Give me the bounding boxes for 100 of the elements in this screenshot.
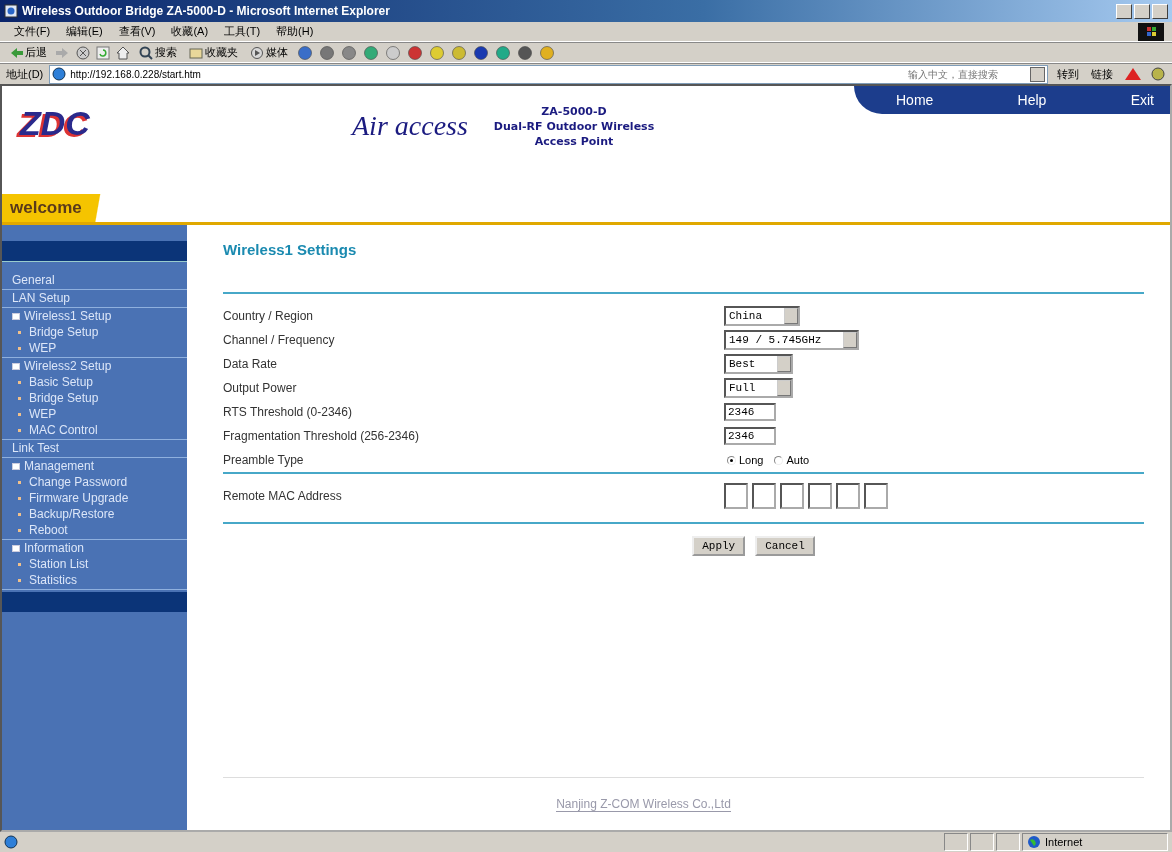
text-field[interactable]: 2346 bbox=[724, 427, 776, 445]
status-panel bbox=[996, 833, 1020, 851]
refresh-icon bbox=[96, 45, 110, 60]
sidebar-item[interactable]: Station List bbox=[12, 556, 187, 572]
links-button[interactable]: 链接 bbox=[1088, 66, 1116, 82]
bullet-icon bbox=[18, 428, 21, 432]
bullet-icon bbox=[18, 380, 21, 384]
go-button[interactable]: 转到 bbox=[1054, 66, 1082, 82]
sidebar-item[interactable]: Statistics bbox=[12, 572, 187, 588]
product-description: Access Point bbox=[533, 134, 615, 149]
form-button[interactable]: Apply bbox=[692, 536, 746, 556]
sidebar-item[interactable]: Backup/Restore bbox=[12, 506, 187, 522]
menu-item[interactable]: 查看(V) bbox=[112, 22, 162, 41]
radio-label: Auto bbox=[786, 454, 810, 466]
back-button[interactable]: 后退 bbox=[6, 44, 50, 61]
mac-octet-field[interactable] bbox=[724, 483, 748, 509]
form-button[interactable]: Cancel bbox=[755, 536, 815, 556]
field-label: Preamble Type bbox=[223, 453, 305, 467]
media-button[interactable]: 媒体 bbox=[247, 44, 291, 61]
collapse-icon bbox=[12, 312, 20, 320]
address-label: 地址(D) bbox=[6, 66, 44, 82]
address-field[interactable]: http://192.168.0.228/start.htm 输入中文，直接搜索 bbox=[49, 64, 1048, 84]
bullet-icon bbox=[18, 496, 21, 500]
collapse-icon bbox=[12, 462, 20, 470]
bullet-icon bbox=[18, 562, 21, 566]
favorites-button[interactable]: 收藏夹 bbox=[186, 44, 241, 61]
sidebar-item[interactable]: Information bbox=[12, 540, 187, 556]
company-logo: ZDC bbox=[20, 104, 90, 143]
stop-icon bbox=[76, 45, 90, 60]
bullet-icon bbox=[18, 330, 21, 334]
field-label: Remote MAC Address bbox=[223, 489, 343, 503]
folder-icon bbox=[189, 45, 203, 60]
sidebar-item[interactable]: WEP bbox=[12, 406, 187, 422]
window-title: Wireless Outdoor Bridge ZA-5000-D - Microsoft Internet Explorer bbox=[22, 4, 391, 18]
globe-icon bbox=[1027, 835, 1041, 849]
field-label: Output Power bbox=[223, 381, 298, 395]
footer-text: Nanjing Z-COM Wireless Co.,Ltd bbox=[556, 796, 731, 812]
sidebar-item[interactable]: Link Test bbox=[12, 440, 187, 456]
menu-item[interactable]: 文件(F) bbox=[8, 22, 57, 41]
menu-item[interactable]: 帮助(H) bbox=[270, 22, 320, 41]
back-arrow-icon bbox=[9, 45, 23, 60]
disc-icon bbox=[250, 45, 264, 60]
sidebar-item[interactable]: WEP bbox=[12, 340, 187, 356]
page-title: Wireless1 Settings bbox=[223, 241, 358, 258]
radio-button[interactable] bbox=[727, 455, 736, 465]
bullet-icon bbox=[18, 412, 21, 416]
home-icon bbox=[116, 45, 130, 60]
radio-label: Long bbox=[739, 454, 764, 466]
radio-button[interactable] bbox=[774, 455, 784, 465]
menu-item[interactable]: 编辑(E) bbox=[60, 22, 109, 41]
field-label: Channel / Frequency bbox=[223, 333, 336, 347]
sidebar-item[interactable]: Basic Setup bbox=[12, 374, 187, 390]
sidebar-item[interactable]: Wireless2 Setup bbox=[12, 358, 187, 374]
text-field[interactable]: 2346 bbox=[724, 403, 776, 421]
bullet-icon bbox=[18, 396, 21, 400]
minimize-button[interactable] bbox=[1116, 3, 1132, 19]
dropdown[interactable]: 149 / 5.745GHz bbox=[724, 330, 860, 350]
dropdown[interactable]: Best bbox=[724, 354, 794, 374]
mac-octet-field[interactable] bbox=[808, 483, 832, 509]
product-description: Dual-RF Outdoor Wireless bbox=[493, 119, 655, 134]
sidebar-item[interactable]: Bridge Setup bbox=[12, 390, 187, 406]
status-panel bbox=[970, 833, 994, 851]
menu-item[interactable]: 工具(T) bbox=[218, 22, 267, 41]
sidebar-item[interactable]: Reboot bbox=[12, 522, 187, 538]
browser-icon bbox=[4, 4, 18, 18]
collapse-icon bbox=[12, 362, 20, 370]
sidebar-item[interactable]: LAN Setup bbox=[12, 290, 187, 306]
search-button[interactable]: 搜索 bbox=[136, 44, 180, 61]
sidebar-item[interactable]: Wireless1 Setup bbox=[12, 308, 187, 324]
sidebar-item[interactable]: Change Password bbox=[12, 474, 187, 490]
sidebar-item[interactable]: Management bbox=[12, 458, 187, 474]
nav-link[interactable]: Help bbox=[1017, 92, 1047, 108]
menu-item[interactable]: 收藏(A) bbox=[165, 22, 215, 41]
sidebar-item[interactable]: Bridge Setup bbox=[12, 324, 187, 340]
search-icon bbox=[139, 45, 153, 60]
bullet-icon bbox=[18, 578, 21, 582]
maximize-button[interactable] bbox=[1134, 3, 1150, 19]
bullet-icon bbox=[18, 528, 21, 532]
bullet-icon bbox=[18, 346, 21, 350]
nav-link[interactable]: Home bbox=[896, 92, 934, 108]
bullet-icon bbox=[18, 512, 21, 516]
field-label: Fragmentation Threshold (256-2346) bbox=[223, 429, 420, 443]
field-label: Country / Region bbox=[223, 309, 315, 323]
collapse-icon bbox=[12, 544, 20, 552]
dropdown[interactable]: China bbox=[724, 306, 800, 326]
mac-octet-field[interactable] bbox=[836, 483, 860, 509]
sidebar-item[interactable]: Firmware Upgrade bbox=[12, 490, 187, 506]
product-logo: Air access bbox=[352, 110, 468, 142]
close-button[interactable] bbox=[1152, 3, 1168, 19]
dropdown[interactable]: Full bbox=[724, 378, 794, 398]
status-panel bbox=[944, 833, 968, 851]
mac-octet-field[interactable] bbox=[780, 483, 804, 509]
forward-arrow-icon bbox=[56, 45, 70, 60]
mac-octet-field[interactable] bbox=[752, 483, 776, 509]
mac-octet-field[interactable] bbox=[864, 483, 888, 509]
sidebar-item[interactable]: MAC Control bbox=[12, 422, 187, 438]
zone-label: Internet bbox=[1045, 836, 1083, 848]
windows-logo-icon bbox=[1138, 22, 1164, 41]
sidebar-item[interactable]: General bbox=[12, 272, 187, 288]
nav-link[interactable]: Exit bbox=[1130, 92, 1154, 108]
